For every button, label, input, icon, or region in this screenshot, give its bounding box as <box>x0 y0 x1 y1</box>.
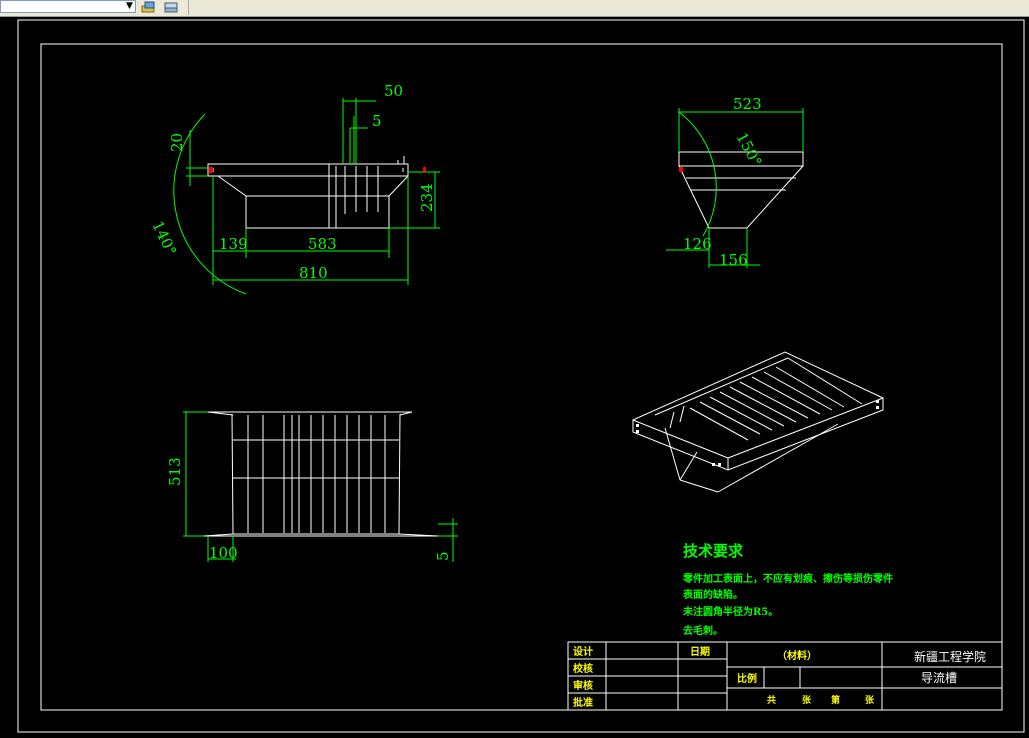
tb-part-name: 导流槽 <box>921 671 957 685</box>
drawing-sheet: 50 5 20 234 139 583 810 140° 523 150° 12… <box>17 19 1025 733</box>
cad-toolbar: ▼ <box>0 0 1029 17</box>
tb-sheet-unit-2: 张 <box>865 694 875 706</box>
tb-sheet-no: 第 <box>831 694 840 706</box>
top-view <box>203 411 439 537</box>
tb-approve: 批准 <box>573 696 593 709</box>
dim-156: 156 <box>719 251 748 269</box>
drawing-canvas[interactable]: 50 5 20 234 139 583 810 140° 523 150° 12… <box>0 17 1029 734</box>
dim-523: 523 <box>733 95 762 113</box>
layer-previous-icon[interactable] <box>162 0 180 14</box>
tb-sheet-unit-1: 张 <box>802 694 812 706</box>
red-marker <box>423 167 426 172</box>
tb-date: 日期 <box>690 645 710 658</box>
notes-line-4: 去毛刺。 <box>683 624 723 637</box>
notes-line-2: 表面的缺陷。 <box>682 588 743 601</box>
dim-20: 20 <box>168 133 186 152</box>
dim-810: 810 <box>299 264 328 282</box>
layer-combo[interactable]: ▼ <box>0 0 136 13</box>
dim-234: 234 <box>418 183 436 212</box>
tb-school: 新疆工程学院 <box>914 649 986 664</box>
tb-material: （材料） <box>777 649 817 662</box>
red-marker <box>209 167 213 173</box>
red-marker <box>679 167 683 172</box>
notes-title: 技术要求 <box>683 542 744 560</box>
notes-line-3: 未注圆角半径为R5。 <box>682 605 778 618</box>
toolbar-separator <box>188 0 189 15</box>
layer-state-icon[interactable] <box>140 0 158 14</box>
dim-angle-150: 150° <box>732 129 765 169</box>
notes-line-1: 零件加工表面上，不应有划痕、擦伤等损伤零件 <box>682 572 893 585</box>
dim-100: 100 <box>209 544 238 562</box>
dim-583: 583 <box>308 235 337 253</box>
dim-50: 50 <box>384 82 403 100</box>
dim-5-top: 5 <box>372 112 382 130</box>
tb-sheet-total: 共 <box>767 694 776 706</box>
dim-139: 139 <box>219 235 248 253</box>
tb-scale: 比例 <box>737 672 757 685</box>
top-view-dimensions <box>183 411 458 562</box>
chevron-down-icon[interactable]: ▼ <box>123 0 136 13</box>
tb-check: 校核 <box>573 662 593 675</box>
tb-design: 设计 <box>573 645 593 658</box>
sheet-outer-border <box>17 19 1025 733</box>
isometric-view <box>632 351 884 493</box>
dim-5-right: 5 <box>434 551 452 561</box>
dim-126: 126 <box>683 235 712 253</box>
dim-513: 513 <box>166 457 184 486</box>
dim-angle-140: 140° <box>148 218 180 258</box>
tb-review: 审核 <box>573 679 593 692</box>
side-view <box>678 151 804 229</box>
front-view <box>207 156 409 229</box>
